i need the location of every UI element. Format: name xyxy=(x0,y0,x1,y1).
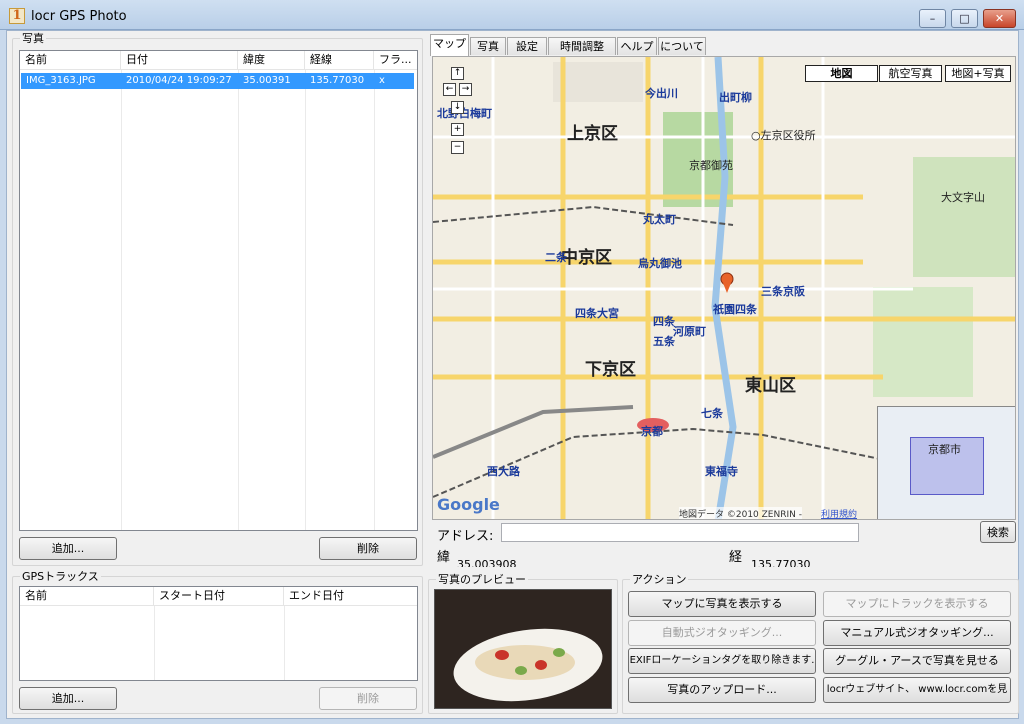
map-label-kitanohakubai: 北野白梅町 xyxy=(437,107,492,120)
map-type-hybrid-button[interactable]: 地図+写真 xyxy=(945,65,1011,82)
pan-down-icon[interactable]: ↓ xyxy=(451,101,464,114)
delete-track-button[interactable]: 削除 xyxy=(319,687,417,710)
col-header-flag[interactable]: フラ... xyxy=(374,51,417,70)
manual-geotag-button[interactable]: マニュアル式ジオタッギング... xyxy=(823,620,1011,646)
preview-group-label: 写真のプレビュー xyxy=(436,573,528,586)
map-label-imadegawa: 今出川 xyxy=(645,87,678,100)
map-view[interactable]: 上京区 中京区 下京区 東山区 京都御苑 京都 四条 五条 二条 丸太町 烏丸御… xyxy=(432,56,1016,520)
col-header-lon[interactable]: 経線 xyxy=(305,51,374,70)
add-photo-button[interactable]: 追加... xyxy=(19,537,117,560)
photo-list[interactable]: 名前 日付 緯度 経線 フラ... IMG_3163.JPG 2010/04/2… xyxy=(19,50,418,531)
add-track-button[interactable]: 追加... xyxy=(19,687,117,710)
google-logo: Google xyxy=(437,495,500,514)
grid-line xyxy=(374,70,375,530)
track-list[interactable]: 名前 スタート日付 エンド日付 xyxy=(19,586,418,681)
map-label-nakagyo: 中京区 xyxy=(561,248,612,268)
map-label-kawaramachi: 河原町 xyxy=(673,325,706,338)
map-label-gojo: 五条 xyxy=(653,335,675,348)
col-header-date[interactable]: 日付 xyxy=(121,51,238,70)
map-label-higashiyama: 東山区 xyxy=(745,376,796,396)
zoom-out-icon[interactable]: − xyxy=(451,141,464,154)
photo-flag-cell: x xyxy=(379,75,385,86)
map-label-shichijo: 七条 xyxy=(701,407,723,420)
pan-up-icon[interactable]: ↑ xyxy=(451,67,464,80)
lat-value: 35.003908 xyxy=(457,558,517,567)
pan-left-icon[interactable]: ← xyxy=(443,83,456,96)
grid-line xyxy=(121,70,122,530)
map-label-gosho: 京都御苑 xyxy=(689,159,733,172)
grid-line xyxy=(305,70,306,530)
photo-lat-cell: 35.00391 xyxy=(243,75,291,86)
grid-line xyxy=(284,606,285,680)
delete-photo-button[interactable]: 削除 xyxy=(319,537,417,560)
lon-value: 135.77030 xyxy=(751,558,811,567)
main-window: 写真 名前 日付 緯度 経線 フラ... IMG_3163.JPG 2010/0… xyxy=(6,30,1019,719)
map-label-karasuma: 烏丸御池 xyxy=(638,257,682,270)
app-logo-icon: 1 xyxy=(9,8,25,24)
map-label-sakyo: ○左京区役所 xyxy=(751,129,816,142)
show-photos-on-map-button[interactable]: マップに写真を表示する xyxy=(628,591,816,617)
remove-exif-location-button[interactable]: EXIFローケーションタグを取り除きます. xyxy=(628,648,816,674)
map-label-demachi: 出町柳 xyxy=(719,91,752,104)
zoom-in-icon[interactable]: + xyxy=(451,123,464,136)
map-label-daimonji: 大文字山 xyxy=(941,191,985,204)
grid-line xyxy=(154,606,155,680)
map-label-shijo: 四条 xyxy=(653,315,675,328)
map-terms-link[interactable]: 利用規約 xyxy=(821,507,857,519)
map-label-kamigyo: 上京区 xyxy=(567,124,618,144)
address-label: アドレス: xyxy=(437,529,494,544)
overview-map[interactable]: 京都市 xyxy=(877,406,1015,519)
tab-photo[interactable]: 写真 xyxy=(470,37,506,55)
map-label-shimogyo: 下京区 xyxy=(585,360,636,380)
map-label-kyoto: 京都 xyxy=(641,425,663,438)
map-label-nijo: 二条 xyxy=(545,251,567,264)
actions-group-label: アクション xyxy=(630,573,689,586)
minimize-button[interactable]: – xyxy=(919,9,946,28)
tracks-group-label: GPSトラックス xyxy=(20,570,101,583)
photo-name-cell: IMG_3163.JPG xyxy=(26,75,96,86)
grid-line xyxy=(238,70,239,530)
tab-help[interactable]: ヘルプ xyxy=(617,37,657,55)
photos-group-label: 写真 xyxy=(20,32,46,45)
window-title: locr GPS Photo xyxy=(31,9,127,24)
search-button[interactable]: 検索 xyxy=(980,521,1016,543)
lon-label: 経 xyxy=(729,550,743,565)
tab-settings[interactable]: 設定 xyxy=(507,37,547,55)
tab-time-adjust[interactable]: 時間調整 xyxy=(548,37,616,55)
col-header-end-date[interactable]: エンド日付 xyxy=(284,587,417,606)
show-in-google-earth-button[interactable]: グーグル・アースで写真を見せる xyxy=(823,648,1011,674)
col-header-track-name[interactable]: 名前 xyxy=(20,587,154,606)
map-label-gion: 祇園四条 xyxy=(713,303,757,316)
photo-preview-image xyxy=(434,589,612,709)
photo-lon-cell: 135.77030 xyxy=(310,75,365,86)
tab-about[interactable]: について xyxy=(658,37,706,55)
visit-locr-website-button[interactable]: locrウェブサイト、 www.locr.comを見 xyxy=(823,677,1011,703)
col-header-name[interactable]: 名前 xyxy=(20,51,121,70)
map-label-marutamachi: 丸太町 xyxy=(643,213,676,226)
map-copyright: 地図データ ©2010 ZENRIN - xyxy=(679,507,802,519)
map-label-sanjo: 三条京阪 xyxy=(761,285,805,298)
map-type-satellite-button[interactable]: 航空写真 xyxy=(879,65,942,82)
col-header-lat[interactable]: 緯度 xyxy=(238,51,305,70)
overview-label: 京都市 xyxy=(928,443,961,456)
map-type-map-button[interactable]: 地図 xyxy=(805,65,878,82)
maximize-button[interactable]: □ xyxy=(951,9,978,28)
auto-geotag-button[interactable]: 自動式ジオタッギング... xyxy=(628,620,816,646)
map-label-nishioji: 西大路 xyxy=(487,465,520,478)
close-button[interactable]: ✕ xyxy=(983,9,1016,28)
title-bar: 1 locr GPS Photo – □ ✕ xyxy=(0,0,1024,30)
lat-label: 緯 xyxy=(437,550,451,565)
map-label-omiya: 四条大宮 xyxy=(575,307,619,320)
map-label-tofukuji: 東福寺 xyxy=(705,465,738,478)
upload-photos-button[interactable]: 写真のアップロード... xyxy=(628,677,816,703)
col-header-start-date[interactable]: スタート日付 xyxy=(154,587,284,606)
pan-right-icon[interactable]: → xyxy=(459,83,472,96)
tab-map[interactable]: マップ xyxy=(430,34,469,56)
address-input[interactable] xyxy=(501,523,859,542)
photo-date-cell: 2010/04/24 19:09:27 xyxy=(126,75,232,86)
show-track-on-map-button[interactable]: マップにトラックを表示する xyxy=(823,591,1011,617)
table-row[interactable]: IMG_3163.JPG 2010/04/24 19:09:27 35.0039… xyxy=(21,73,414,89)
